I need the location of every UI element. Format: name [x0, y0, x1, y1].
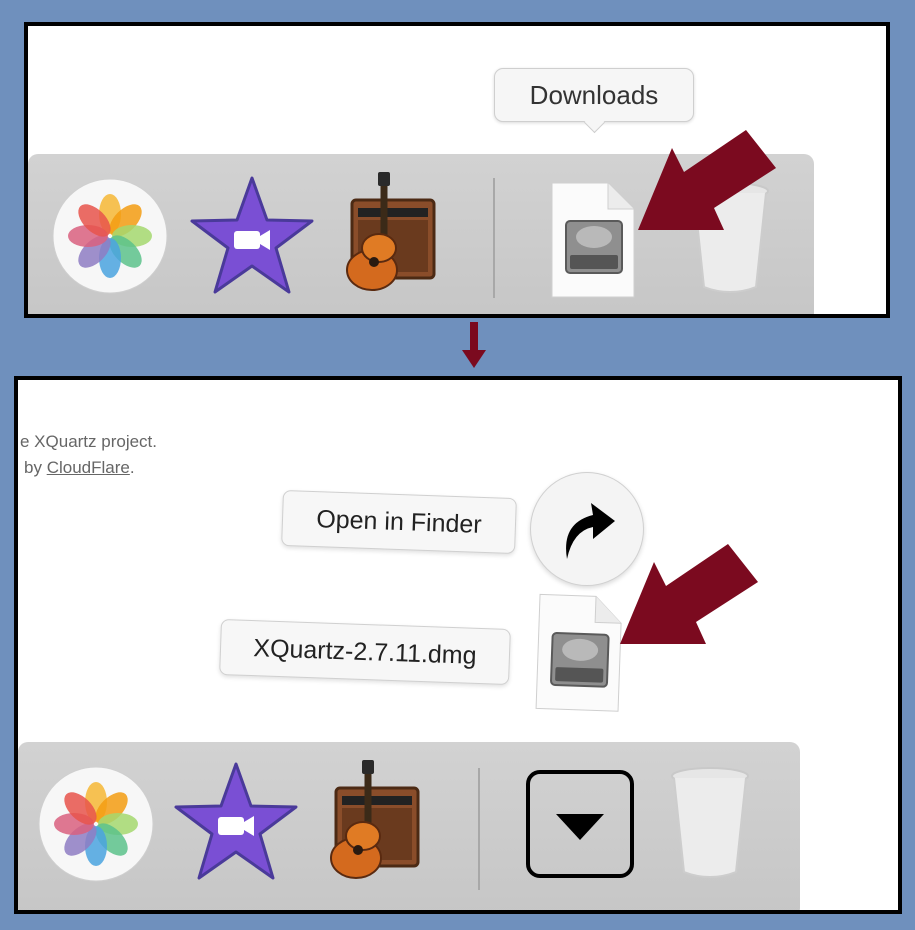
imovie-icon[interactable] [174, 762, 298, 882]
web-text-prefix: by [24, 458, 47, 477]
triangle-down-icon [556, 814, 604, 840]
garageband-icon[interactable] [316, 758, 426, 886]
open-in-finder-button[interactable]: Open in Finder [281, 489, 517, 555]
annotation-arrow-icon [638, 130, 776, 230]
web-text-line-1: e XQuartz project. [20, 432, 158, 451]
tooltip-label: Downloads [529, 79, 659, 110]
down-arrow-icon [462, 322, 486, 368]
downloads-stack-icon[interactable] [550, 181, 638, 299]
dock-separator [493, 178, 495, 298]
dock-separator [478, 768, 480, 890]
downloads-stack-button[interactable] [526, 770, 634, 878]
photos-icon[interactable] [38, 766, 156, 884]
cloudflare-link[interactable]: CloudFlare [47, 458, 130, 477]
garageband-icon[interactable] [332, 170, 442, 298]
open-in-finder-label: Open in Finder [315, 504, 483, 539]
imovie-icon[interactable] [190, 176, 314, 296]
annotation-arrow-icon-2 [620, 544, 758, 644]
web-text-line-2: by CloudFlare. [24, 458, 135, 478]
web-text-suffix: . [129, 458, 135, 477]
trash-icon[interactable] [670, 766, 752, 884]
bottom-panel: e XQuartz project. by CloudFlare. Open i… [14, 376, 902, 914]
top-panel: Downloads [24, 22, 890, 318]
file-label-button[interactable]: XQuartz-2.7.11.dmg [219, 618, 511, 686]
photos-icon[interactable] [52, 178, 170, 296]
file-label: XQuartz-2.7.11.dmg [252, 633, 478, 670]
